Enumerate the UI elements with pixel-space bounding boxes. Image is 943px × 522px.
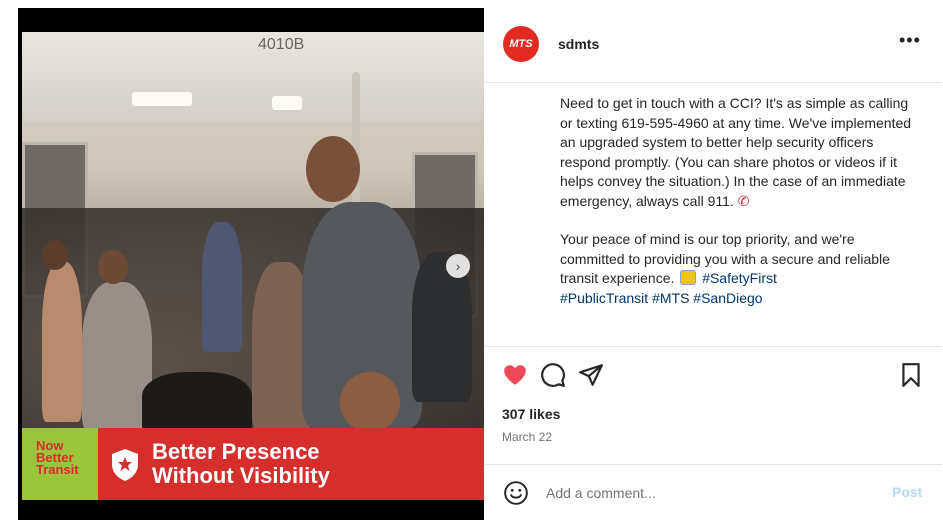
comment-box: Post bbox=[484, 468, 942, 520]
post-details-panel: MTS sdmts ••• Need to get in touch with … bbox=[484, 8, 942, 520]
comment-input[interactable] bbox=[546, 482, 876, 504]
send-icon[interactable] bbox=[578, 362, 604, 388]
shield-icon bbox=[112, 449, 138, 481]
caption-paragraph-1: Need to get in touch with a CCI? It's as… bbox=[560, 95, 912, 209]
comment-divider bbox=[484, 464, 942, 465]
post-comment-button[interactable]: Post bbox=[892, 484, 922, 500]
likes-count[interactable]: 307 likes bbox=[502, 406, 560, 422]
headline-line: Better Presence bbox=[152, 439, 320, 464]
post-caption: Need to get in touch with a CCI? It's as… bbox=[560, 94, 922, 308]
banner-headline: Better Presence Without Visibility bbox=[152, 440, 330, 488]
carousel-next-button[interactable]: › bbox=[446, 254, 470, 278]
passenger-head bbox=[42, 240, 68, 270]
emoji-icon[interactable] bbox=[503, 480, 529, 506]
passenger bbox=[42, 262, 82, 422]
comment-icon[interactable] bbox=[540, 362, 566, 388]
hashtag-link[interactable]: #SafetyFirst bbox=[702, 270, 777, 286]
passenger-head bbox=[98, 250, 128, 284]
bus-icon bbox=[680, 270, 697, 285]
headline-line: Without Visibility bbox=[152, 463, 330, 488]
ellipsis-icon: ••• bbox=[899, 30, 921, 50]
man-head bbox=[306, 136, 360, 202]
bookmark-icon[interactable] bbox=[898, 362, 924, 388]
avatar[interactable]: MTS bbox=[503, 26, 539, 62]
post-media[interactable]: 4010B › Now Better Transit Better Presen… bbox=[18, 8, 484, 520]
promo-banner: Now Better Transit Better Presence Witho… bbox=[22, 428, 484, 500]
now-better-transit-tag: Now Better Transit bbox=[22, 428, 98, 500]
heart-icon[interactable] bbox=[502, 362, 528, 388]
post-actions bbox=[484, 356, 942, 390]
hashtag-links[interactable]: #PublicTransit #MTS #SanDiego bbox=[560, 290, 763, 306]
post-header: MTS sdmts ••• bbox=[484, 8, 942, 82]
post-photo: 4010B bbox=[22, 32, 484, 428]
chevron-right-icon: › bbox=[455, 258, 461, 274]
bag bbox=[142, 372, 252, 428]
train-ceiling bbox=[22, 32, 484, 122]
username-link[interactable]: sdmts bbox=[558, 36, 599, 52]
ceiling-light bbox=[132, 92, 192, 106]
train-number-sign: 4010B bbox=[258, 36, 305, 53]
post-frame: 4010B › Now Better Transit Better Presen… bbox=[18, 8, 942, 520]
more-options-button[interactable]: ••• bbox=[899, 30, 921, 51]
child-head bbox=[340, 372, 400, 428]
header-divider bbox=[484, 82, 942, 83]
phone-icon: ✆ bbox=[737, 192, 750, 209]
caption-divider bbox=[484, 346, 942, 347]
tag-line: Transit bbox=[36, 462, 79, 477]
ceiling-light bbox=[272, 96, 302, 110]
passenger bbox=[202, 222, 242, 352]
post-date: March 22 bbox=[502, 430, 553, 444]
